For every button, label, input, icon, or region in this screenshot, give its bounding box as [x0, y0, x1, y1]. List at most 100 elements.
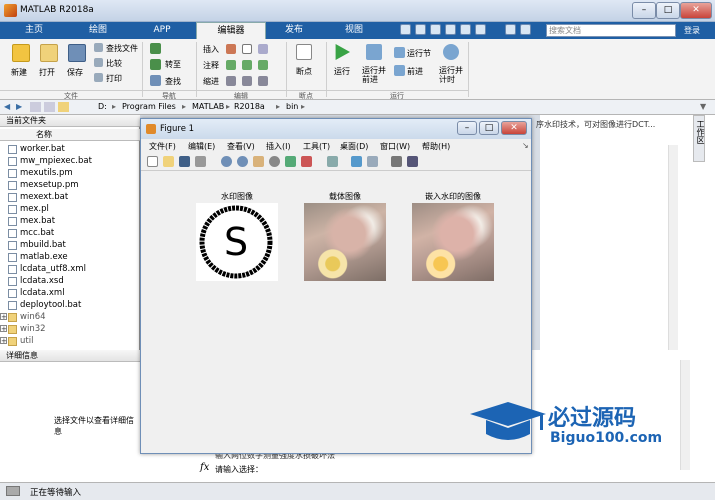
- menu-dock-icon[interactable]: ↘: [522, 141, 529, 150]
- folder-item[interactable]: + win32: [0, 323, 46, 335]
- file-item[interactable]: lcdata.xsd: [8, 275, 64, 287]
- open-file-icon[interactable]: [163, 156, 174, 167]
- help-icon[interactable]: [520, 24, 531, 35]
- folder-item[interactable]: + util: [0, 335, 33, 347]
- file-item[interactable]: deploytool.bat: [8, 299, 81, 311]
- menu-insert[interactable]: 插入(I): [266, 141, 291, 152]
- file-item[interactable]: mex.bat: [8, 215, 55, 227]
- tab-plots[interactable]: 绘图: [68, 22, 128, 39]
- close-button[interactable]: ✕: [680, 2, 712, 19]
- new-figure-icon[interactable]: [147, 156, 158, 167]
- uncomment-icon[interactable]: [258, 60, 268, 70]
- insert-dropdown-icon[interactable]: [258, 44, 268, 54]
- comment-icon[interactable]: [242, 60, 252, 70]
- find-files-button[interactable]: 查找文件: [106, 43, 138, 54]
- menu-view[interactable]: 查看(V): [227, 141, 255, 152]
- forward-nav-icon[interactable]: [150, 59, 161, 70]
- fx-icon[interactable]: [242, 44, 252, 54]
- expand-icon[interactable]: +: [0, 325, 7, 333]
- figure-close-button[interactable]: ✕: [501, 121, 527, 135]
- percent-icon[interactable]: [226, 60, 236, 70]
- file-item[interactable]: mexext.bat: [8, 191, 68, 203]
- menu-file[interactable]: 文件(F): [149, 141, 176, 152]
- browse-folder-icon[interactable]: [44, 102, 55, 112]
- path-program-files[interactable]: Program Files: [122, 102, 176, 111]
- smart-indent-icon[interactable]: [226, 76, 236, 86]
- forward-arrow-icon[interactable]: ▶: [16, 102, 22, 111]
- name-column-header[interactable]: 名称: [0, 129, 140, 141]
- tab-home[interactable]: 主页: [4, 22, 64, 39]
- open-button[interactable]: 打开: [39, 67, 55, 78]
- expand-icon[interactable]: +: [0, 313, 7, 321]
- advance-button[interactable]: 前进: [407, 66, 423, 77]
- save-figure-icon[interactable]: [179, 156, 190, 167]
- brush-icon[interactable]: [301, 156, 312, 167]
- figure-minimize-button[interactable]: –: [457, 121, 477, 135]
- run-button[interactable]: 运行: [334, 66, 350, 77]
- hide-plot-tools-icon[interactable]: [391, 156, 402, 167]
- tab-publish[interactable]: 发布: [266, 22, 322, 39]
- quick-redo-icon[interactable]: [475, 24, 486, 35]
- back-arrow-icon[interactable]: ◀: [4, 102, 10, 111]
- insert-button[interactable]: 插入: [203, 44, 219, 55]
- path-drive[interactable]: D:: [98, 102, 107, 111]
- comment-button[interactable]: 注释: [203, 60, 219, 71]
- new-button[interactable]: 新建: [11, 67, 27, 78]
- file-item[interactable]: mexutils.pm: [8, 167, 73, 179]
- open-icon[interactable]: [40, 44, 58, 62]
- decrease-indent-icon[interactable]: [258, 76, 268, 86]
- menu-help[interactable]: 帮助(H): [422, 141, 450, 152]
- expand-icon[interactable]: +: [0, 337, 7, 345]
- new-icon[interactable]: [12, 44, 30, 62]
- compare-button[interactable]: 比较: [106, 58, 122, 69]
- link-plot-icon[interactable]: [327, 156, 338, 167]
- quick-switch-icon[interactable]: [505, 24, 516, 35]
- file-item[interactable]: lcdata.xml: [8, 287, 65, 299]
- run-advance-icon[interactable]: [366, 44, 382, 60]
- insert-icon[interactable]: [226, 44, 236, 54]
- run-time-button[interactable]: 运行并 计时: [439, 66, 463, 84]
- search-input[interactable]: 搜索文档: [546, 24, 676, 37]
- up-folder-icon[interactable]: [30, 102, 41, 112]
- find-button[interactable]: 查找: [165, 76, 181, 87]
- file-item[interactable]: mw_mpiexec.bat: [8, 155, 92, 167]
- workspace-tab[interactable]: 工作区: [693, 115, 705, 162]
- increase-indent-icon[interactable]: [242, 76, 252, 86]
- menu-window[interactable]: 窗口(W): [380, 141, 410, 152]
- print-button[interactable]: 打印: [106, 73, 122, 84]
- breakpoints-icon[interactable]: [296, 44, 312, 60]
- save-icon[interactable]: [68, 44, 86, 62]
- menu-tools[interactable]: 工具(T): [303, 141, 330, 152]
- file-item[interactable]: worker.bat: [8, 143, 65, 155]
- editor-scrollbar[interactable]: [668, 145, 678, 350]
- data-cursor-icon[interactable]: [285, 156, 296, 167]
- maximize-button[interactable]: □: [656, 2, 680, 19]
- quick-cut-icon[interactable]: [415, 24, 426, 35]
- file-item[interactable]: matlab.exe: [8, 251, 68, 263]
- file-item[interactable]: lcdata_utf8.xml: [8, 263, 86, 275]
- path-bin[interactable]: bin: [286, 102, 298, 111]
- show-plot-tools-icon[interactable]: [407, 156, 418, 167]
- legend-icon[interactable]: [367, 156, 378, 167]
- file-item[interactable]: mex.pl: [8, 203, 49, 215]
- command-prompt[interactable]: 请输入选择：: [215, 464, 263, 475]
- run-time-icon[interactable]: [443, 44, 459, 60]
- rotate-3d-icon[interactable]: [269, 156, 280, 167]
- menu-desktop[interactable]: 桌面(D): [340, 141, 368, 152]
- minimize-button[interactable]: –: [632, 2, 656, 19]
- figure-maximize-button[interactable]: □: [479, 121, 499, 135]
- print-figure-icon[interactable]: [195, 156, 206, 167]
- colorbar-icon[interactable]: [351, 156, 362, 167]
- breakpoints-button[interactable]: 断点: [296, 66, 312, 77]
- save-button[interactable]: 保存: [67, 67, 83, 78]
- quick-paste-icon[interactable]: [445, 24, 456, 35]
- run-section-button[interactable]: 运行节: [407, 48, 431, 59]
- address-dropdown-icon[interactable]: ▼: [700, 102, 706, 111]
- quick-undo-icon[interactable]: [460, 24, 471, 35]
- indent-button[interactable]: 缩进: [203, 76, 219, 87]
- run-icon[interactable]: [335, 44, 350, 60]
- file-item[interactable]: mexsetup.pm: [8, 179, 79, 191]
- run-advance-button[interactable]: 运行并 前进: [362, 66, 386, 84]
- folder-item[interactable]: + win64: [0, 311, 46, 323]
- zoom-out-icon[interactable]: [237, 156, 248, 167]
